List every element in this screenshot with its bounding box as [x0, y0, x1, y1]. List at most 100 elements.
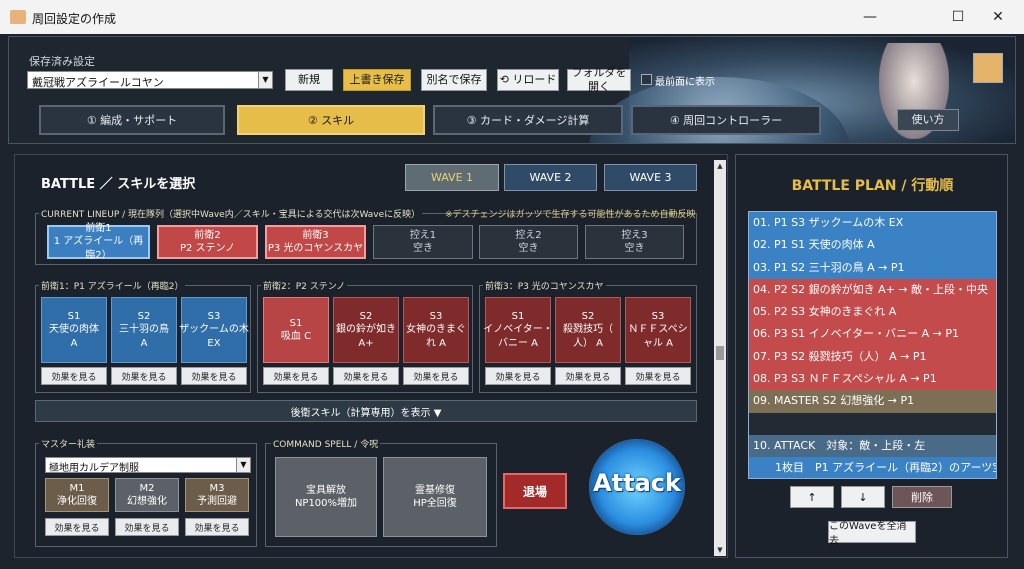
main-scrollbar[interactable]: ▲ ▼	[714, 160, 726, 556]
app-icon	[10, 10, 26, 24]
lineup-name: 空き	[413, 243, 433, 254]
plan-item[interactable]: 1枚目 P1 アズライール（再臨2）のアーツ宝具	[749, 457, 996, 478]
attack-button[interactable]: Attack	[589, 439, 685, 535]
plan-item[interactable]: 05. P2 S3 女神のきまぐれ A	[749, 301, 996, 324]
scroll-thumb[interactable]	[716, 346, 724, 360]
overwrite-save-button[interactable]: 上書き保存	[343, 69, 411, 91]
master-skill-1[interactable]: M1 浄化回復	[45, 478, 109, 512]
skill-p3-s3[interactable]: S3 ＮＦＦスペシ ャル A	[625, 297, 691, 363]
lineup-slot: 控え2	[515, 229, 542, 241]
plan-item[interactable]: 04. P2 S2 銀の鈴が如き A+ → 敵・上段・中央	[749, 278, 996, 302]
rear-skill-toggle[interactable]: 後衛スキル（計算専用）を表示 ▼	[35, 400, 697, 422]
open-folder-button[interactable]: フォルダを開く	[567, 66, 631, 93]
mystic-code-select[interactable]: 極地用カルデア制服 ▼	[45, 457, 251, 474]
preset-select[interactable]: 戴冠戦アズライールコヤン ▼	[27, 71, 273, 89]
battle-plan-list[interactable]: 01. P1 S3 ザックームの木 EX 02. P1 S1 天使の肉体 A 03.…	[748, 211, 997, 479]
master-skill-2[interactable]: M2 幻想強化	[115, 478, 179, 512]
master-skill-3[interactable]: M3 予測回避	[185, 478, 249, 512]
lineup-slot: 控え3	[621, 229, 648, 241]
lineup-front-1[interactable]: 前衛1 1 アズライール（再臨2）	[47, 222, 150, 261]
battle-panel: BATTLE ／ スキルを選択 WAVE 1 WAVE 2 WAVE 3 CUR…	[14, 154, 728, 558]
scroll-up-icon[interactable]: ▲	[714, 160, 726, 172]
lineup-reserve-1[interactable]: 控え1 空き	[373, 225, 473, 259]
always-on-top-label: 最前面に表示	[655, 77, 715, 88]
skill-p1-s2[interactable]: S2 三十羽の鳥 A	[111, 297, 177, 363]
plan-item[interactable]: 03. P1 S2 三十羽の鳥 A → P1	[749, 256, 996, 279]
view-effect-button[interactable]: 効果を見る	[111, 367, 177, 385]
skill-p2-s1[interactable]: S1 吸血 C	[263, 297, 329, 363]
reload-button[interactable]: ⟲ リロード	[497, 69, 559, 91]
tab-skill[interactable]: ② スキル	[237, 105, 425, 135]
lineup-front-3[interactable]: 前衛3 P3 光のコヤンスカヤ	[265, 225, 366, 259]
skill-p2-s2[interactable]: S2 銀の鈴が如き A+	[333, 297, 399, 363]
wave-2-tab[interactable]: WAVE 2	[504, 164, 597, 191]
plan-item[interactable]	[749, 412, 996, 435]
wave-1-tab[interactable]: WAVE 1	[405, 164, 499, 191]
view-effect-button[interactable]: 効果を見る	[403, 367, 469, 385]
lineup-name: P3 光のコヤンスカヤ	[267, 243, 364, 254]
lineup-reserve-2[interactable]: 控え2 空き	[479, 225, 578, 259]
avatar	[973, 53, 1003, 83]
wave-3-tab[interactable]: WAVE 3	[604, 164, 697, 191]
save-as-button[interactable]: 別名で保存	[421, 69, 487, 91]
view-effect-button[interactable]: 効果を見る	[625, 367, 691, 385]
lineup-reserve-3[interactable]: 控え3 空き	[585, 225, 684, 259]
move-up-button[interactable]: ↑	[790, 486, 834, 508]
chevron-down-icon: ▼	[258, 72, 272, 88]
command-spell-label: COMMAND SPELL / 令呪	[271, 437, 381, 450]
lineup-slot: 前衛2	[194, 229, 221, 241]
help-button[interactable]: 使い方	[897, 109, 959, 131]
lineup-slot: 前衛1	[85, 222, 112, 234]
view-effect-button[interactable]: 効果を見る	[555, 367, 621, 385]
command-spell-np[interactable]: 宝具解放 NP100%増加	[275, 457, 377, 537]
close-button[interactable]: ✕	[976, 0, 1020, 34]
skill-p1-s1[interactable]: S1 天使の肉体 A	[41, 297, 107, 363]
group-title: 前衛2：P2 ステンノ	[261, 279, 348, 292]
view-effect-button[interactable]: 効果を見る	[263, 367, 329, 385]
skill-p3-s2[interactable]: S2 殺戮技巧（ 人） A	[555, 297, 621, 363]
scroll-down-icon[interactable]: ▼	[714, 544, 726, 556]
view-effect-button[interactable]: 効果を見る	[485, 367, 551, 385]
plan-item[interactable]: 10. ATTACK 対象：敵・上段・左	[749, 434, 996, 458]
view-effect-button[interactable]: 効果を見る	[185, 518, 249, 536]
lineup-name: 空き	[518, 243, 539, 254]
retreat-button[interactable]: 退場	[503, 473, 567, 509]
delete-button[interactable]: 削除	[892, 486, 952, 508]
plan-item[interactable]: 06. P3 S1 イノベイター・バニー A → P1	[749, 323, 996, 346]
mystic-code-value: 極地用カルデア制服	[49, 463, 139, 474]
clear-wave-button[interactable]: このWaveを全消去	[828, 521, 916, 547]
always-on-top-checkbox[interactable]	[641, 74, 652, 85]
lineup-name: 空き	[624, 243, 645, 254]
battle-title: BATTLE ／ スキルを選択	[41, 177, 196, 192]
view-effect-button[interactable]: 効果を見る	[41, 367, 107, 385]
tab-controller[interactable]: ④ 周回コントローラー	[631, 105, 821, 135]
title-bar: 周回設定の作成 — ☐ ✕	[0, 0, 1024, 34]
view-effect-button[interactable]: 効果を見る	[181, 367, 247, 385]
plan-item[interactable]: 08. P3 S3 ＮＦＦスペシャル A → P1	[749, 368, 996, 391]
view-effect-button[interactable]: 効果を見る	[115, 518, 179, 536]
move-down-button[interactable]: ↓	[841, 486, 885, 508]
chevron-down-icon: ▼	[236, 458, 250, 472]
preset-value: 戴冠戦アズライールコヤン	[32, 76, 164, 89]
minimize-button[interactable]: —	[848, 0, 892, 34]
new-button[interactable]: 新規	[285, 69, 333, 91]
plan-item[interactable]: 02. P1 S1 天使の肉体 A	[749, 234, 996, 257]
command-spell-hp[interactable]: 霊基修復 HP全回復	[383, 457, 487, 537]
plan-item[interactable]: 01. P1 S3 ザックームの木 EX	[749, 212, 996, 235]
lineup-slot: 控え1	[409, 229, 437, 241]
attack-label: Attack	[593, 469, 681, 497]
skill-p2-s3[interactable]: S3 女神のきまぐ れ A	[403, 297, 469, 363]
death-change-warning: ※デスチェンジはガッツで生存する可能性があるため自動反映	[445, 210, 696, 220]
plan-item[interactable]: 09. MASTER S2 幻想強化 → P1	[749, 390, 996, 413]
plan-item[interactable]: 07. P3 S2 殺戮技巧（人） A → P1	[749, 345, 996, 369]
app-window: 周回設定の作成 — ☐ ✕ 保存済み設定 戴冠戦アズライールコヤン ▼ 新規 上書…	[0, 0, 1024, 569]
tab-formation[interactable]: ① 編成・サポート	[39, 105, 225, 135]
maximize-button[interactable]: ☐	[936, 0, 980, 34]
lineup-front-2[interactable]: 前衛2 P2 ステンノ	[157, 225, 258, 259]
tab-card-damage[interactable]: ③ カード・ダメージ計算	[433, 105, 623, 135]
skill-p1-s3[interactable]: S3 ザックームの木 EX	[179, 297, 249, 363]
view-effect-button[interactable]: 効果を見る	[45, 518, 109, 536]
skill-p3-s1[interactable]: S1 イノベイター・ バニー A	[483, 297, 553, 363]
view-effect-button[interactable]: 効果を見る	[333, 367, 399, 385]
battle-plan-title: BATTLE PLAN / 行動順	[791, 178, 954, 194]
